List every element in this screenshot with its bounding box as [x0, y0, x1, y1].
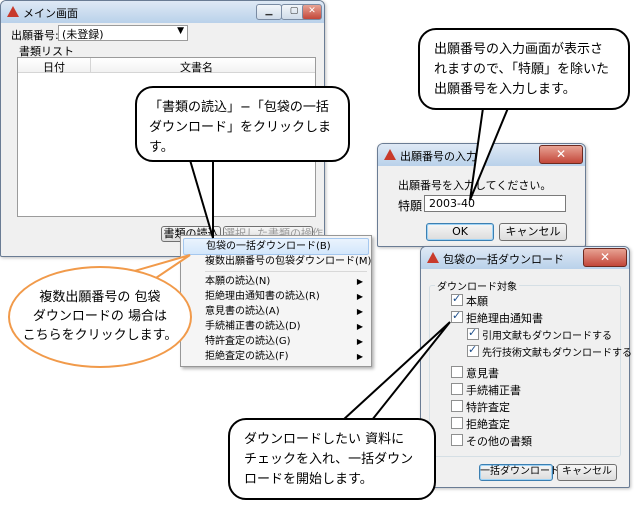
app-number-value: (未登録)	[62, 28, 104, 41]
close-button[interactable]: ✕	[583, 248, 627, 267]
app-number-field-value: 2003-40	[429, 197, 475, 210]
checkbox-grant[interactable]	[451, 400, 463, 412]
callout-line: れますので、「特願」を除いた	[434, 62, 609, 77]
checkbox-main[interactable]	[451, 292, 463, 306]
main-window-title: メイン画面	[23, 7, 78, 20]
minimize-button[interactable]: ▁	[256, 4, 282, 20]
submenu-arrow-icon: ▶	[356, 352, 363, 361]
load-context-menu: 包袋の一括ダウンロード(B) 複数出願番号の包袋ダウンロード(M) 本願の読込(…	[180, 235, 372, 367]
app-number-input-dialog: 出願番号の入力 ✕ 出願番号を入力してください。 特願 2003-40 OK キ…	[377, 143, 586, 247]
ok-label: OK	[452, 225, 468, 238]
app-number-select[interactable]: (未登録) ▼	[58, 25, 188, 41]
checkbox-amendment-label: 手続補正書	[466, 384, 521, 397]
checkbox-opinion[interactable]	[451, 366, 463, 378]
main-window-titlebar: メイン画面 ▁ ▢ ✕	[1, 1, 324, 23]
checkbox-opinion-label: 意見書	[466, 367, 499, 380]
input-dialog-title: 出願番号の入力	[400, 150, 477, 163]
input-prompt: 出願番号を入力してください。	[398, 179, 552, 192]
menu-item-bulk-download[interactable]: 包袋の一括ダウンロード(B)	[183, 238, 369, 255]
menu-item-label: 拒絶理由通知書の読込(R)	[205, 291, 320, 302]
column-separator	[90, 58, 91, 72]
download-dialog-title: 包袋の一括ダウンロード	[443, 253, 564, 266]
checkbox-refusal-label: 拒絶査定	[466, 418, 510, 431]
check-instruction-callout: ダウンロードしたい 資料に チェックを入れ、一括ダウン ロードを開始します。	[228, 418, 436, 500]
app-number-label: 出願番号:	[11, 29, 59, 42]
download-dialog-titlebar: 包袋の一括ダウンロード ✕	[421, 247, 629, 269]
callout-line: 複数出願番号の 包袋	[39, 290, 161, 305]
menu-item-label: 本願の読込(N)	[205, 276, 271, 287]
checkbox-main-label: 本願	[466, 295, 488, 308]
close-button[interactable]: ✕	[539, 145, 583, 164]
menu-instruction-callout: 「書類の読込」−「包袋の一括 ダウンロード」をクリックします。	[135, 86, 350, 162]
input-instruction-callout: 出願番号の入力画面が表示さ れますので、「特願」を除いた 出願番号を入力します。	[418, 28, 630, 110]
checkbox-other[interactable]	[451, 434, 463, 446]
download-cancel-button[interactable]: キャンセル	[557, 464, 617, 481]
app-number-field[interactable]: 2003-40	[424, 195, 566, 212]
checkbox-rejection-notice[interactable]	[451, 309, 463, 323]
multi-download-callout: 複数出願番号の 包袋 ダウンロードの 場合は こちらをクリックします。	[8, 266, 192, 368]
close-button[interactable]: ✕	[302, 4, 322, 20]
menu-item-label: 特許査定の読込(G)	[205, 336, 291, 347]
menu-item-multi-download[interactable]: 複数出願番号の包袋ダウンロード(M)	[183, 254, 372, 269]
bulk-download-label: 一括ダウンロード	[480, 466, 560, 477]
menu-item-label: 意見書の読込(A)	[205, 306, 280, 317]
app-icon	[7, 6, 19, 17]
checkbox-grant-label: 特許査定	[466, 401, 510, 414]
chevron-down-icon: ▼	[177, 26, 184, 36]
table-header: 日付 文書名	[18, 58, 315, 75]
bulk-download-dialog: 包袋の一括ダウンロード ✕ ダウンロード対象 本願 拒絶理由通知書 引用文献もダ…	[420, 246, 632, 488]
app-icon	[427, 252, 439, 263]
callout-line: チェックを入れ、一括ダウン	[244, 452, 414, 467]
cancel-button[interactable]: キャンセル	[499, 223, 567, 241]
checkbox-other-label: その他の書類	[466, 435, 532, 448]
callout-line: ロードを開始します。	[244, 472, 373, 487]
callout-line: ダウンロード」をクリックします。	[149, 120, 332, 155]
menu-item-label: 複数出願番号の包袋ダウンロード(M)	[205, 256, 372, 267]
checkbox-amendment[interactable]	[451, 383, 463, 395]
menu-item-label: 手続補正書の読込(D)	[205, 321, 301, 332]
menu-item-load-grant[interactable]: 特許査定の読込(G) ▶	[183, 334, 369, 349]
checkbox-cited-docs[interactable]	[467, 326, 479, 340]
checkbox-refusal[interactable]	[451, 417, 463, 429]
menu-item-label: 拒絶査定の読込(F)	[205, 351, 289, 362]
submenu-arrow-icon: ▶	[356, 277, 363, 286]
download-cancel-label: キャンセル	[562, 466, 612, 477]
cancel-label: キャンセル	[505, 225, 561, 238]
input-dialog-titlebar: 出願番号の入力 ✕	[378, 144, 585, 166]
checkbox-prior-art-label: 先行技術文献もダウンロードする	[482, 348, 632, 359]
menu-separator	[205, 271, 367, 272]
column-doc-name[interactable]: 文書名	[180, 59, 213, 75]
callout-line: こちらをクリックします。	[22, 328, 178, 343]
checkbox-cited-docs-label: 引用文献もダウンロードする	[482, 331, 612, 342]
checkbox-rejection-notice-label: 拒絶理由通知書	[466, 312, 543, 325]
menu-item-load-main[interactable]: 本願の読込(N) ▶	[183, 274, 369, 289]
bulk-download-button[interactable]: 一括ダウンロード	[479, 464, 560, 481]
menu-item-load-amendment[interactable]: 手続補正書の読込(D) ▶	[183, 319, 369, 334]
callout-line: ダウンロードの 場合は	[32, 309, 168, 324]
patent-type-label: 特願	[398, 199, 423, 213]
submenu-arrow-icon: ▶	[356, 307, 363, 316]
submenu-arrow-icon: ▶	[356, 322, 363, 331]
menu-item-load-refusal[interactable]: 拒絶査定の読込(F) ▶	[183, 349, 369, 364]
column-date[interactable]: 日付	[43, 59, 65, 75]
ok-button[interactable]: OK	[426, 223, 494, 241]
callout-line: 出願番号の入力画面が表示さ	[434, 42, 604, 57]
menu-item-load-opinion[interactable]: 意見書の読込(A) ▶	[183, 304, 369, 319]
app-icon	[384, 149, 396, 160]
menu-item-load-rejection-notice[interactable]: 拒絶理由通知書の読込(R) ▶	[183, 289, 369, 304]
callout-line: ダウンロードしたい 資料に	[244, 432, 405, 447]
checkbox-prior-art[interactable]	[467, 343, 479, 357]
callout-line: 「書類の読込」−「包袋の一括	[149, 100, 329, 115]
submenu-arrow-icon: ▶	[356, 337, 363, 346]
menu-item-label: 包袋の一括ダウンロード(B)	[206, 241, 331, 252]
submenu-arrow-icon: ▶	[356, 292, 363, 301]
callout-line: 出願番号を入力します。	[434, 82, 576, 97]
download-target-label: ダウンロード対象	[435, 278, 519, 293]
